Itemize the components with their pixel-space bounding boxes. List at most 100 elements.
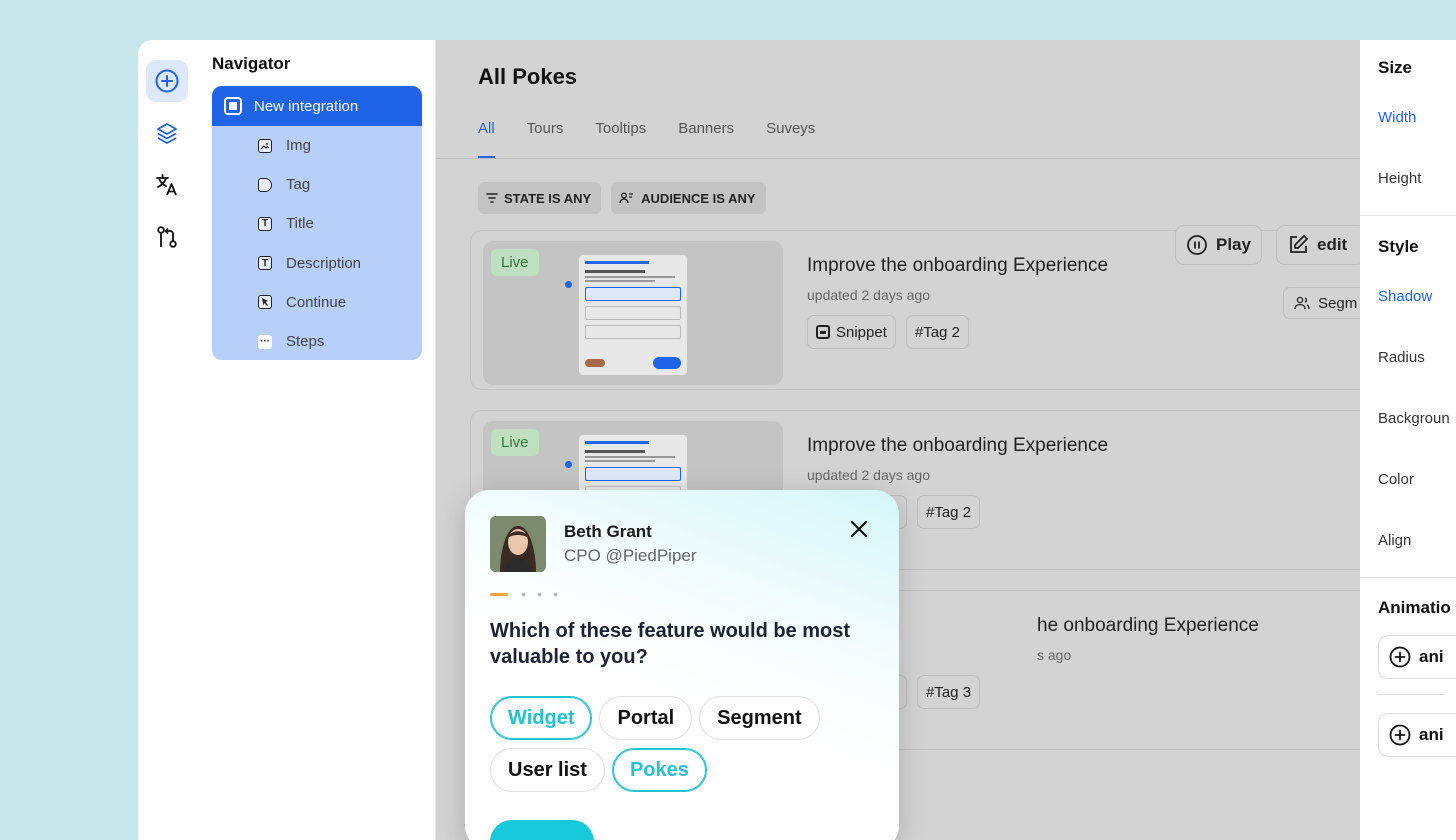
author-role: CPO @PiedPiper	[564, 546, 697, 565]
tab-bar: All Tours Tooltips Banners Suveys	[478, 120, 847, 158]
nav-item-continue[interactable]: Continue	[212, 283, 422, 322]
tab-tours[interactable]: Tours	[527, 120, 564, 158]
option-widget[interactable]: Widget	[490, 696, 593, 740]
nav-item-label: Img	[286, 137, 312, 155]
tab-banners[interactable]: Banners	[678, 120, 734, 158]
option-user-list[interactable]: User list	[490, 748, 605, 792]
panel-divider	[1360, 577, 1456, 578]
nav-item-label: Description	[286, 254, 362, 272]
flow-button[interactable]	[146, 216, 188, 258]
align-label[interactable]: Align	[1378, 532, 1411, 549]
preview-mockup	[579, 255, 687, 375]
nav-item-label: Continue	[286, 293, 347, 311]
nav-item-description[interactable]: T Description	[212, 244, 422, 283]
shadow-label[interactable]: Shadow	[1378, 288, 1432, 305]
users-icon	[619, 192, 634, 204]
button-label: Segm	[1318, 294, 1358, 312]
panel-divider	[1360, 215, 1456, 216]
poke-title: Improve the onboarding Experience	[807, 255, 1109, 276]
nav-item-label: Title	[286, 215, 314, 233]
button-label: Play	[1216, 235, 1251, 254]
nav-item-tag[interactable]: Tag	[212, 165, 422, 204]
tag-icon	[258, 177, 272, 192]
navigator-tree: New integration Img Tag T Title T Descri…	[212, 86, 422, 360]
snippet-chip[interactable]: Snippet	[807, 315, 896, 349]
edit-icon	[1290, 235, 1308, 253]
filter-label: AUDIENCE IS ANY	[641, 190, 756, 206]
audience-filter[interactable]: AUDIENCE IS ANY	[611, 182, 766, 214]
text-icon: T	[258, 256, 272, 271]
text-icon: T	[258, 216, 272, 231]
nav-item-img[interactable]: Img	[212, 126, 422, 165]
status-badge: Live	[491, 249, 539, 276]
play-button[interactable]: Play	[1175, 225, 1262, 265]
tab-all[interactable]: All	[478, 120, 495, 158]
background-label[interactable]: Backgroun	[1378, 410, 1450, 427]
poke-thumbnail: Live	[483, 241, 783, 385]
edit-button[interactable]: edit	[1276, 225, 1366, 265]
layers-button[interactable]	[146, 112, 188, 154]
nav-item-steps[interactable]: ··· Steps	[212, 322, 422, 360]
page-title: All Pokes	[478, 64, 578, 89]
nav-item-title[interactable]: T Title	[212, 204, 422, 243]
dots-icon: ···	[258, 334, 272, 349]
option-pokes[interactable]: Pokes	[611, 748, 707, 792]
add-animation-button[interactable]: ani	[1378, 713, 1456, 757]
plus-circle-icon	[1389, 646, 1411, 668]
avatar	[490, 516, 546, 572]
image-icon	[258, 138, 272, 153]
tab-surveys[interactable]: Suveys	[766, 120, 815, 158]
filter-icon	[486, 193, 498, 203]
pause-circle-icon	[1187, 235, 1207, 255]
color-label[interactable]: Color	[1378, 471, 1414, 488]
add-element-button[interactable]	[146, 60, 188, 102]
properties-panel: Size Width Height Style Shadow Radius Ba…	[1360, 40, 1456, 840]
filter-label: STATE IS ANY	[504, 190, 592, 206]
style-heading: Style	[1378, 237, 1419, 256]
add-animation-button[interactable]: ani	[1378, 635, 1456, 679]
poke-updated: updated 2 days ago	[807, 287, 930, 303]
tag-chip[interactable]: #Tag 2	[917, 495, 981, 529]
poke-updated: updated 2 days ago	[807, 467, 930, 483]
nav-item-label: Tag	[286, 176, 311, 194]
filter-bar: STATE IS ANY AUDIENCE IS ANY	[478, 182, 776, 214]
button-label: edit	[1317, 235, 1348, 254]
git-flow-icon	[157, 226, 177, 248]
radius-label[interactable]: Radius	[1378, 349, 1425, 366]
tag-chip[interactable]: #Tag 3	[917, 675, 981, 709]
plus-circle-icon	[155, 69, 179, 93]
survey-question: Which of these feature would be most val…	[490, 620, 851, 668]
submit-button[interactable]	[490, 820, 594, 840]
close-icon[interactable]	[848, 518, 870, 540]
poke-updated: s ago	[1037, 647, 1072, 663]
poke-title: he onboarding Experience	[1037, 615, 1259, 636]
step-progress	[490, 593, 570, 596]
cursor-icon	[258, 295, 272, 310]
width-label[interactable]: Width	[1378, 109, 1416, 126]
nav-item-new-integration[interactable]: New integration	[212, 86, 422, 126]
nav-item-label: Steps	[286, 333, 325, 351]
author-name: Beth Grant	[564, 522, 652, 541]
state-filter[interactable]: STATE IS ANY	[478, 182, 602, 214]
hotspot-dot	[565, 461, 572, 468]
translate-button[interactable]	[146, 164, 188, 206]
plus-circle-icon	[1389, 724, 1411, 746]
poke-card[interactable]: Live Improve the onboarding Experience u…	[470, 225, 1390, 390]
snippet-icon	[816, 325, 830, 339]
tabs-divider	[436, 158, 1360, 159]
segment-button[interactable]: Segm	[1283, 287, 1369, 319]
animation-heading: Animatio	[1378, 598, 1451, 617]
nav-item-label: New integration	[254, 97, 359, 115]
tab-tooltips[interactable]: Tooltips	[595, 120, 646, 158]
option-segment[interactable]: Segment	[699, 696, 820, 740]
left-rail	[138, 40, 196, 840]
users-icon	[1294, 296, 1310, 310]
translate-icon	[156, 174, 177, 196]
poke-tags: Snippet #Tag 2	[807, 315, 979, 349]
button-label: ani	[1419, 725, 1444, 744]
height-label[interactable]: Height	[1378, 170, 1421, 187]
hotspot-dot	[565, 281, 572, 288]
tag-chip[interactable]: #Tag 2	[905, 315, 969, 349]
option-portal[interactable]: Portal	[599, 696, 693, 740]
button-label: ani	[1419, 647, 1444, 666]
